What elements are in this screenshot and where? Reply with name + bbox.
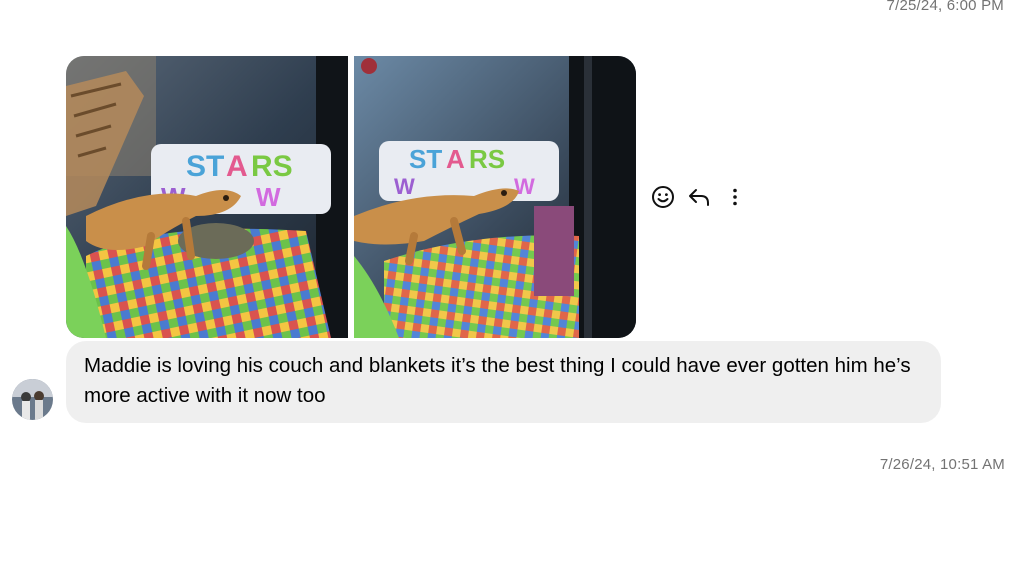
photo-attachment-group: ST A RS W W — [66, 56, 636, 338]
message-bubble[interactable]: Maddie is loving his couch and blankets … — [66, 341, 941, 423]
timestamp: 7/25/24, 6:00 PM — [886, 0, 1004, 14]
emoji-react-icon[interactable] — [650, 184, 676, 210]
svg-text:ST: ST — [186, 150, 224, 183]
avatar[interactable] — [12, 379, 53, 420]
svg-text:A: A — [226, 150, 248, 183]
bearded-dragon-photo-image: ST A RS W W — [354, 56, 636, 338]
svg-text:RS: RS — [251, 150, 293, 183]
message-text: Maddie is loving his couch and blankets … — [84, 354, 911, 407]
message-thread: 7/25/24, 6:00 PM ST A RS W ST A RS W W M… — [0, 0, 1024, 563]
svg-text:W: W — [256, 182, 281, 212]
svg-text:W: W — [394, 174, 415, 199]
timestamp: 7/26/24, 10:51 AM — [879, 456, 1005, 473]
bearded-dragon-photo-image: ST A RS W W — [66, 56, 348, 338]
photo-attachment[interactable]: ST A RS W W — [66, 56, 348, 338]
photo-attachment[interactable]: ST A RS W W — [354, 56, 636, 338]
svg-text:A: A — [446, 144, 465, 174]
more-options-icon[interactable] — [722, 184, 748, 210]
reply-icon[interactable] — [686, 184, 712, 210]
svg-text:ST: ST — [409, 144, 442, 174]
message-actions — [650, 184, 748, 210]
avatar-image — [12, 379, 53, 420]
svg-text:RS: RS — [469, 144, 505, 174]
